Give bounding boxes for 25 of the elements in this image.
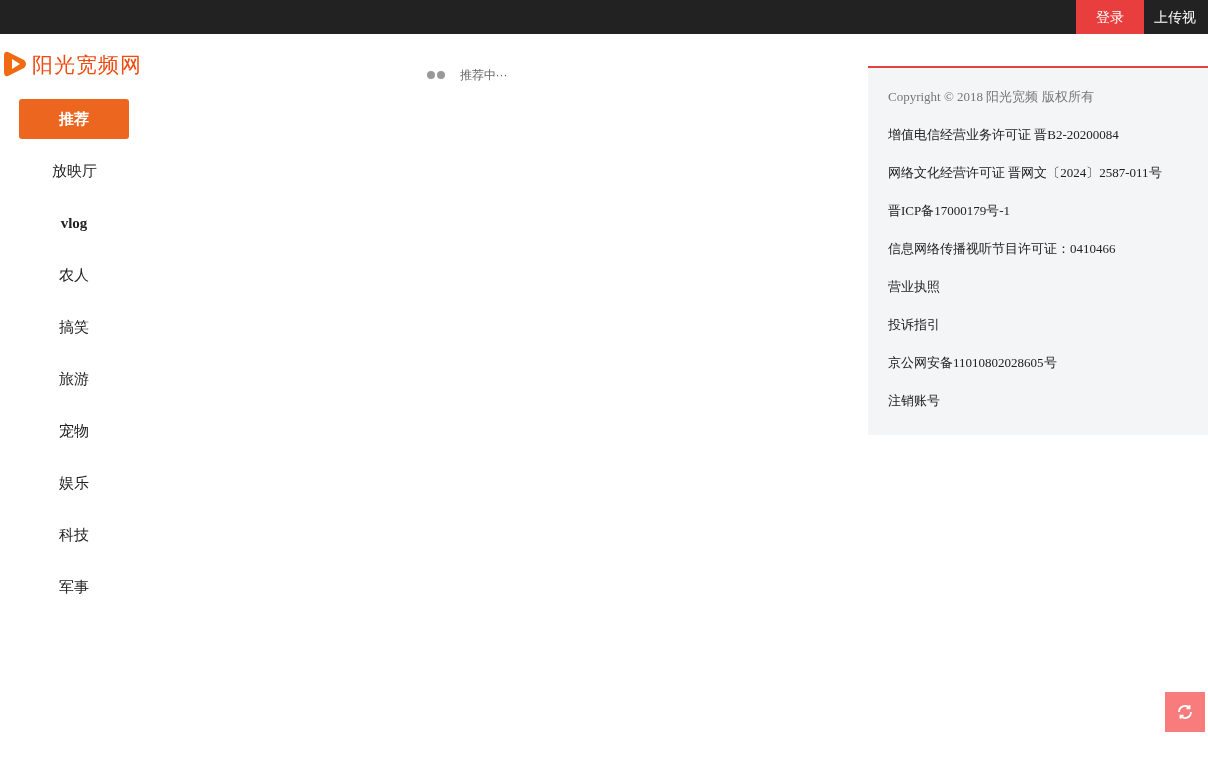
nav-tab[interactable]: 娱乐 [19,463,129,503]
loading-text: 推荐中··· [459,67,508,84]
nav-tab[interactable]: 搞笑 [19,307,129,347]
login-button[interactable]: 登录 [1076,0,1144,34]
footer-link[interactable]: 晋ICP备17000179号-1 [888,202,1011,220]
upload-video-button[interactable]: 上传视 [1144,0,1208,34]
refresh-button[interactable] [1165,692,1205,732]
nav-tab[interactable]: 放映厅 [19,151,129,191]
footer-link[interactable]: 增值电信经营业务许可证 晋B2-20200084 [888,126,1119,144]
footer-link[interactable]: 注销账号 [888,392,940,410]
nav-tab[interactable]: 军事 [19,567,129,607]
refresh-icon [1176,703,1194,721]
footer-link[interactable]: 投诉指引 [888,316,940,334]
nav-tab[interactable]: vlog [19,203,129,243]
nav-tab[interactable]: 宠物 [19,411,129,451]
nav-tab[interactable]: 科技 [19,515,129,555]
nav-tab[interactable]: 旅游 [19,359,129,399]
footer-link[interactable]: 京公网安备11010802028605号 [888,354,1057,372]
footer-link[interactable]: 营业执照 [888,278,940,296]
footer-link[interactable]: 信息网络传播视听节目许可证：0410466 [888,240,1116,258]
footer-link[interactable]: 网络文化经营许可证 晋网文〔2024〕2587-011号 [888,164,1162,182]
nav-tab[interactable]: 农人 [19,255,129,295]
copyright-text: Copyright © 2018 阳光宽频 版权所有 [888,88,1094,106]
play-logo-icon [4,50,28,78]
logo-text[interactable]: 阳光宽频网 [32,53,142,75]
